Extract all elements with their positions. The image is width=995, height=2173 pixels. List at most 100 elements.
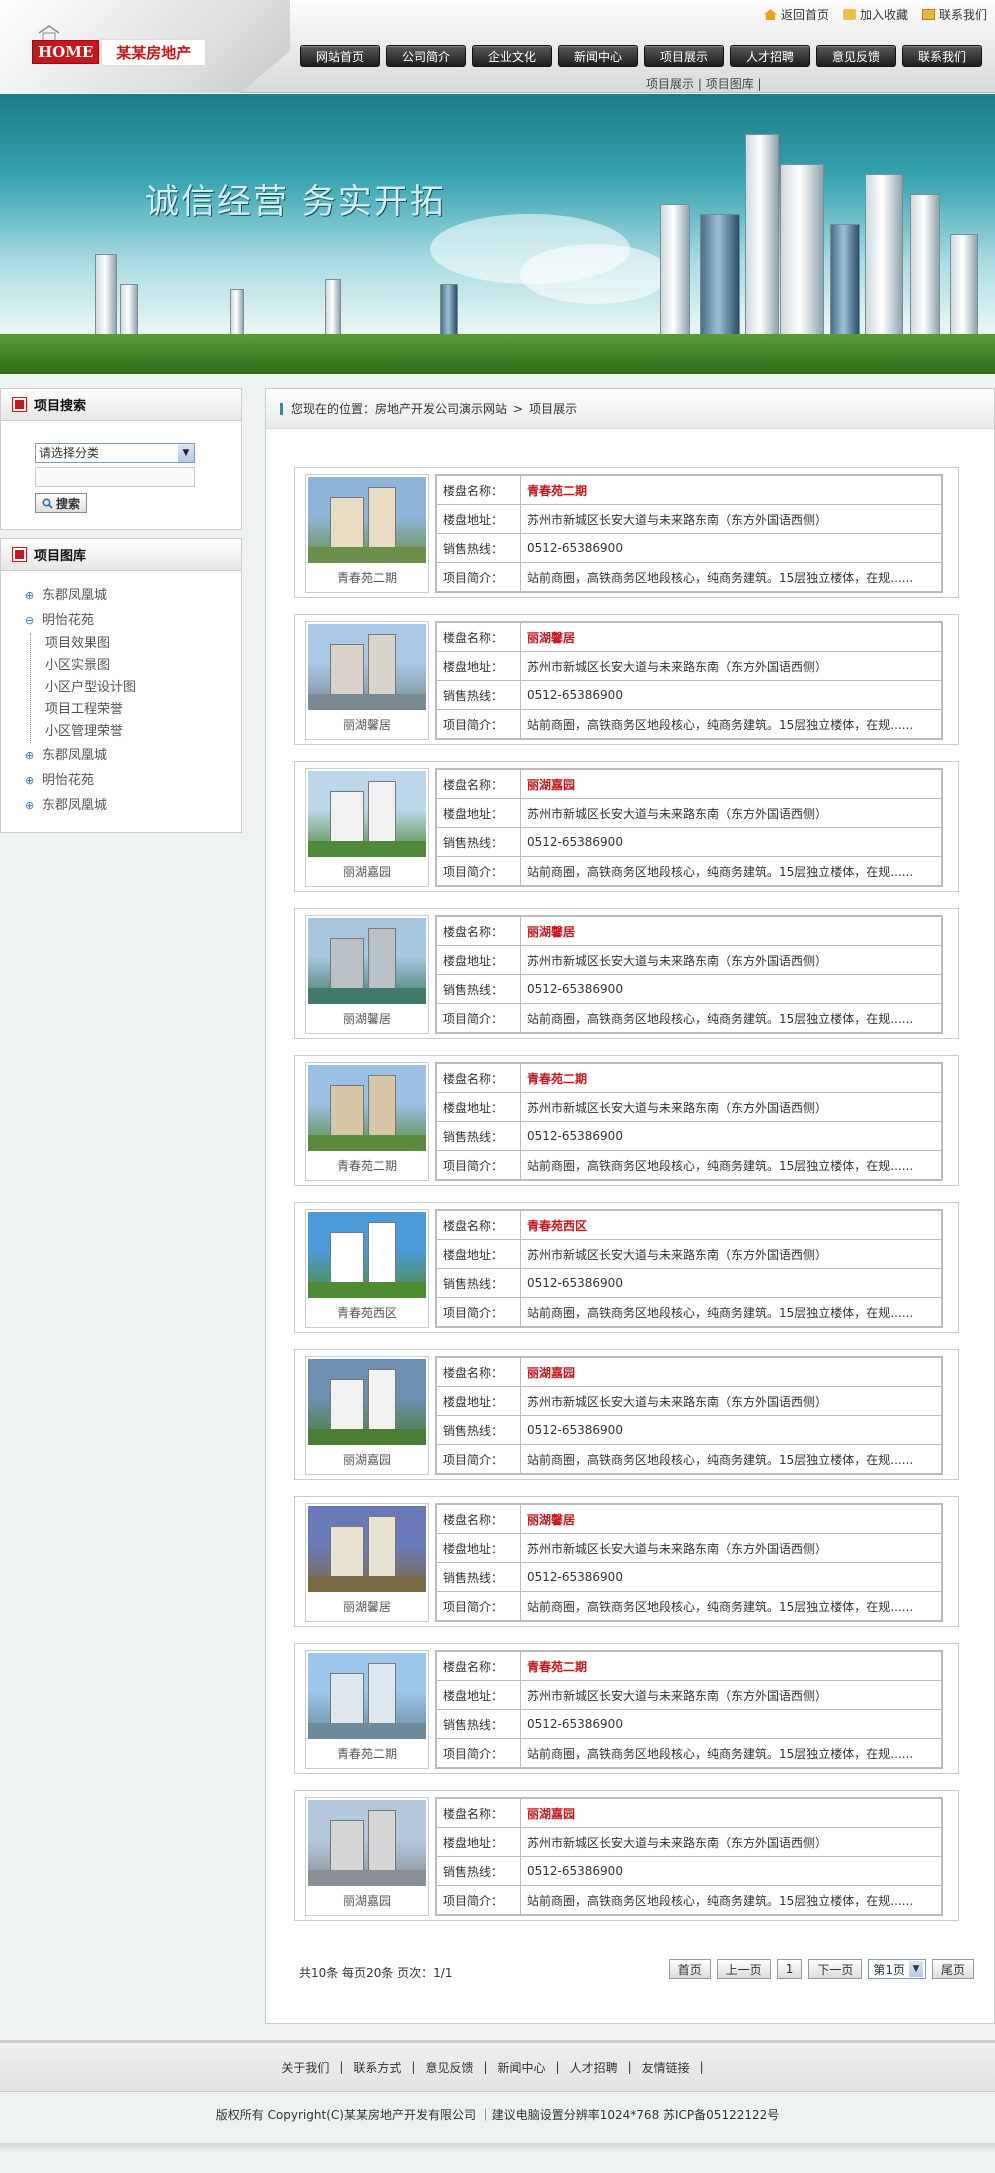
project-thumbnail[interactable]: 青春苑二期: [305, 1062, 429, 1181]
tree-child-item[interactable]: 小区户型设计图: [45, 677, 241, 699]
project-phone: 0512-65386900: [520, 974, 942, 1004]
top-link-contact[interactable]: 联系我们: [921, 6, 987, 23]
footer-separator: |: [699, 2060, 704, 2074]
project-intro: 站前商圈，高铁商务区地段核心，纯商务建筑。15层独立楼体，在规......: [520, 1885, 942, 1915]
project-card: 青春苑二期 楼盘名称： 青春苑二期 楼盘地址： 苏州市新城区长安大道与未来路东南（东方外…: [294, 467, 959, 598]
top-link-favorite[interactable]: 加入收藏: [842, 6, 908, 23]
project-name[interactable]: 丽湖馨居: [520, 622, 942, 652]
project-thumbnail[interactable]: 青春苑二期: [305, 474, 429, 593]
project-photo: [308, 1653, 426, 1739]
tree-node[interactable]: ⊕ 东郡凤凰城: [25, 743, 241, 768]
hero-banner: 诚信经营 务实开拓: [0, 94, 995, 374]
project-name[interactable]: 丽湖嘉园: [520, 769, 942, 799]
project-thumbnail[interactable]: 丽湖嘉园: [305, 1797, 429, 1916]
label-intro: 项目简介：: [436, 1444, 521, 1474]
project-photo: [308, 1506, 426, 1592]
footer-link[interactable]: 新闻中心: [498, 2059, 546, 2076]
project-phone: 0512-65386900: [520, 1856, 942, 1886]
project-thumbnail[interactable]: 丽湖馨居: [305, 915, 429, 1034]
category-select[interactable]: 请选择分类 ▼: [35, 443, 195, 463]
project-thumbnail[interactable]: 丽湖嘉园: [305, 1356, 429, 1475]
tree-node[interactable]: ⊕ 东郡凤凰城: [25, 583, 241, 608]
nav-item-jobs[interactable]: 人才招聘: [730, 45, 810, 67]
project-thumbnail[interactable]: 丽湖馨居: [305, 621, 429, 740]
project-name[interactable]: 青春苑二期: [520, 1651, 942, 1681]
project-info: 楼盘名称： 丽湖嘉园 楼盘地址： 苏州市新城区长安大道与未来路东南（东方外国语西侧）销…: [435, 768, 943, 887]
tree-node-label: 明怡花苑: [42, 613, 95, 628]
nav-item-feedback[interactable]: 意见反馈: [816, 45, 896, 67]
pager-select[interactable]: 第1页 ▼: [868, 1959, 926, 1979]
breadcrumb-home-link[interactable]: 房地产开发公司演示网站: [375, 400, 507, 417]
project-caption: 丽湖馨居: [342, 1012, 391, 1026]
tree-child-item[interactable]: 小区管理荣誉: [45, 721, 241, 743]
project-intro: 站前商圈，高铁商务区地段核心，纯商务建筑。15层独立楼体，在规......: [520, 856, 942, 886]
keyword-input[interactable]: [35, 467, 195, 487]
project-card: 青春苑二期 楼盘名称： 青春苑二期 楼盘地址： 苏州市新城区长安大道与未来路东南（东方外…: [294, 1643, 959, 1774]
project-name[interactable]: 丽湖馨居: [520, 916, 942, 946]
label-name: 楼盘名称：: [436, 622, 521, 652]
label-phone: 销售热线：: [436, 1415, 521, 1445]
nav-item-culture[interactable]: 企业文化: [472, 45, 552, 67]
project-phone: 0512-65386900: [520, 680, 942, 710]
tree-node[interactable]: ⊖ 明怡花苑: [25, 608, 241, 633]
gallery-box: 项目图库 ⊕ 东郡凤凰城 ⊖ 明怡花苑 项目效果图 小区实景图 小区户型设计图 项目…: [0, 538, 242, 833]
project-name[interactable]: 丽湖嘉园: [520, 1798, 942, 1828]
label-address: 楼盘地址：: [436, 798, 521, 828]
nav-item-projects[interactable]: 项目展示: [644, 45, 724, 67]
footer-link[interactable]: 意见反馈: [425, 2059, 473, 2076]
pagination: 首页 上一页 1 下一页 第1页 ▼ 尾页: [668, 1959, 974, 1979]
nav-item-news[interactable]: 新闻中心: [558, 45, 638, 67]
nav-item-home[interactable]: 网站首页: [300, 45, 380, 67]
section-bullet-icon: [12, 547, 27, 562]
project-card: 丽湖馨居 楼盘名称： 丽湖馨居 楼盘地址： 苏州市新城区长安大道与未来路东南（东方外国语…: [294, 908, 959, 1039]
search-box: 项目搜索 请选择分类 ▼ 搜索: [0, 388, 242, 530]
label-name: 楼盘名称：: [436, 1357, 521, 1387]
pager-current[interactable]: 1: [776, 1959, 803, 1979]
pager-next[interactable]: 下一页: [808, 1959, 863, 1979]
logo-home-text: HOME: [32, 40, 100, 64]
tree-node[interactable]: ⊕ 明怡花苑: [25, 768, 241, 793]
project-card: 青春苑西区 楼盘名称： 青春苑西区 楼盘地址： 苏州市新城区长安大道与未来路东南（东方外…: [294, 1202, 959, 1333]
tree-node-label: 东郡凤凰城: [42, 798, 108, 813]
label-address: 楼盘地址：: [436, 1092, 521, 1122]
footer-link[interactable]: 友情链接: [642, 2059, 690, 2076]
pager-last[interactable]: 尾页: [931, 1959, 974, 1979]
tree-child-item[interactable]: 项目工程荣誉: [45, 699, 241, 721]
nav-item-contact[interactable]: 联系我们: [902, 45, 982, 67]
site-logo[interactable]: HOME 某某房地产: [32, 38, 207, 66]
project-name[interactable]: 丽湖嘉园: [520, 1357, 942, 1387]
label-phone: 销售热线：: [436, 1562, 521, 1592]
footer-link[interactable]: 联系方式: [353, 2059, 401, 2076]
project-photo: [308, 1800, 426, 1886]
search-button[interactable]: 搜索: [35, 493, 87, 513]
footer-link[interactable]: 关于我们: [281, 2059, 329, 2076]
project-name[interactable]: 青春苑二期: [520, 1063, 942, 1093]
tree-child-item[interactable]: 小区实景图: [45, 655, 241, 677]
label-name: 楼盘名称：: [436, 769, 521, 799]
project-thumbnail[interactable]: 青春苑二期: [305, 1650, 429, 1769]
project-caption: 青春苑二期: [336, 1159, 397, 1173]
top-link-home[interactable]: 返回首页: [763, 6, 829, 23]
label-intro: 项目简介：: [436, 1297, 521, 1327]
tree-child-item[interactable]: 项目效果图: [45, 633, 241, 655]
expand-icon: ⊕: [25, 774, 35, 787]
tree-node[interactable]: ⊕ 东郡凤凰城: [25, 793, 241, 818]
subnav-projects[interactable]: 项目展示: [646, 77, 694, 91]
pager-prev[interactable]: 上一页: [716, 1959, 771, 1979]
project-name[interactable]: 丽湖馨居: [520, 1504, 942, 1534]
category-select-value: 请选择分类: [39, 446, 100, 460]
project-photo: [308, 1359, 426, 1445]
project-thumbnail[interactable]: 青春苑西区: [305, 1209, 429, 1328]
subnav-gallery[interactable]: 项目图库: [706, 77, 754, 91]
project-address: 苏州市新城区长安大道与未来路东南（东方外国语西侧）: [520, 945, 942, 975]
nav-item-about[interactable]: 公司简介: [386, 45, 466, 67]
footer-link[interactable]: 人才招聘: [570, 2059, 618, 2076]
project-name[interactable]: 青春苑西区: [520, 1210, 942, 1240]
project-name[interactable]: 青春苑二期: [520, 475, 942, 505]
breadcrumb-prefix: 您现在的位置：: [291, 402, 376, 416]
pager-first[interactable]: 首页: [668, 1959, 711, 1979]
label-address: 楼盘地址：: [436, 1827, 521, 1857]
project-thumbnail[interactable]: 丽湖嘉园: [305, 768, 429, 887]
project-thumbnail[interactable]: 丽湖馨居: [305, 1503, 429, 1622]
copyright: 版权所有 Copyright(C)某某房地产开发有限公司 ｜建议电脑设置分辨率1…: [215, 2108, 780, 2122]
